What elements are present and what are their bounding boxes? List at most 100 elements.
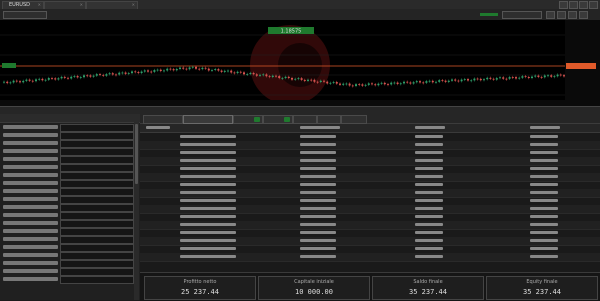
candle — [470, 80, 473, 82]
panel-row-label — [3, 221, 58, 225]
table-cell — [415, 135, 443, 138]
candle — [70, 76, 73, 79]
play-button[interactable] — [546, 11, 555, 19]
candle — [345, 83, 348, 85]
table-cell — [530, 231, 558, 234]
panel-row-control[interactable] — [60, 244, 134, 252]
panel-row-control[interactable] — [60, 260, 134, 268]
panel-row-control[interactable] — [60, 180, 134, 188]
table-cell — [530, 207, 558, 210]
table-cell — [530, 191, 558, 194]
candle — [79, 77, 82, 78]
candle — [505, 78, 508, 80]
panel-header — [0, 114, 140, 123]
table-cell — [300, 191, 336, 194]
panel-row-label — [3, 141, 58, 145]
results-tab-2[interactable] — [183, 115, 233, 124]
candle — [35, 79, 37, 82]
results-tab-6[interactable] — [317, 115, 341, 124]
table-cell — [415, 159, 443, 162]
table-cell — [415, 183, 443, 186]
candle — [252, 72, 255, 75]
table-cell — [415, 199, 443, 202]
close-window-icon[interactable] — [589, 1, 598, 9]
candle — [230, 70, 233, 73]
close-icon[interactable]: ✕ — [38, 2, 41, 7]
candle — [195, 66, 197, 69]
table-cell — [300, 143, 336, 146]
pause-button[interactable] — [557, 11, 566, 19]
candle — [515, 77, 517, 79]
panel-row-control[interactable] — [60, 228, 134, 236]
maximize-icon[interactable] — [579, 1, 588, 9]
candle — [495, 78, 498, 80]
candle — [326, 81, 329, 84]
price-chart[interactable]: 1.18575 — [0, 20, 600, 106]
panel-row-control[interactable] — [60, 204, 134, 212]
candle — [425, 81, 428, 83]
table-cell — [180, 215, 236, 218]
scroll-thumb[interactable] — [135, 124, 138, 184]
candle — [556, 74, 559, 77]
panel-row-control[interactable] — [60, 188, 134, 196]
panel-row — [0, 132, 134, 140]
panel-row — [0, 124, 134, 132]
symbol-field[interactable] — [3, 11, 47, 19]
step-button[interactable] — [568, 11, 577, 19]
panel-row-control[interactable] — [60, 124, 134, 132]
panel-row — [0, 244, 134, 252]
panel-row-control[interactable] — [60, 252, 134, 260]
table-cell — [300, 183, 336, 186]
panel-row-control[interactable] — [60, 268, 134, 276]
table-cell — [300, 151, 336, 154]
results-tab-1[interactable] — [143, 115, 183, 124]
stop-button[interactable] — [579, 11, 588, 19]
panel-row-control[interactable] — [60, 172, 134, 180]
panel-row-control[interactable] — [60, 236, 134, 244]
summary-value: 25 237.44 — [181, 288, 219, 296]
current-price-tag — [566, 63, 596, 69]
panel-row-control[interactable] — [60, 140, 134, 148]
panel-row-control[interactable] — [60, 156, 134, 164]
candle — [102, 74, 105, 76]
panel-row-label — [3, 157, 58, 161]
close-icon[interactable]: ✕ — [80, 2, 83, 7]
candle — [438, 80, 441, 82]
candle — [435, 81, 437, 83]
header-cell — [530, 126, 560, 129]
minimize-icon[interactable] — [569, 1, 578, 9]
table-cell — [180, 199, 236, 202]
close-icon[interactable]: ✕ — [132, 2, 135, 7]
panel-row — [0, 204, 134, 212]
panel-row-label — [3, 149, 58, 153]
candle — [463, 79, 466, 80]
candle — [147, 70, 149, 72]
candle — [246, 73, 249, 75]
results-tab-5[interactable] — [293, 115, 317, 124]
panel-row — [0, 164, 134, 172]
panel-row-control[interactable] — [60, 148, 134, 156]
progress-bar — [480, 13, 498, 16]
panel-row-control[interactable] — [60, 196, 134, 204]
panel-row-label — [3, 261, 58, 265]
results-tab-4[interactable] — [263, 115, 293, 124]
panel-row-control[interactable] — [60, 164, 134, 172]
panel-row-control[interactable] — [60, 132, 134, 140]
table-cell — [300, 135, 336, 138]
settings-icon[interactable] — [559, 1, 568, 9]
panel-scrollbar[interactable] — [134, 122, 139, 300]
candle — [284, 76, 287, 78]
candle — [543, 75, 546, 78]
candle — [169, 68, 172, 70]
panel-row-control[interactable] — [60, 212, 134, 220]
results-tab-7[interactable] — [341, 115, 367, 124]
candle — [217, 69, 220, 71]
panel-row — [0, 276, 134, 284]
speed-field[interactable] — [502, 11, 542, 19]
panel-row-control[interactable] — [60, 220, 134, 228]
results-tab-3[interactable] — [233, 115, 263, 124]
candle — [19, 81, 21, 83]
panel-row-control[interactable] — [60, 276, 134, 284]
candle — [150, 71, 153, 73]
candle — [428, 80, 431, 82]
